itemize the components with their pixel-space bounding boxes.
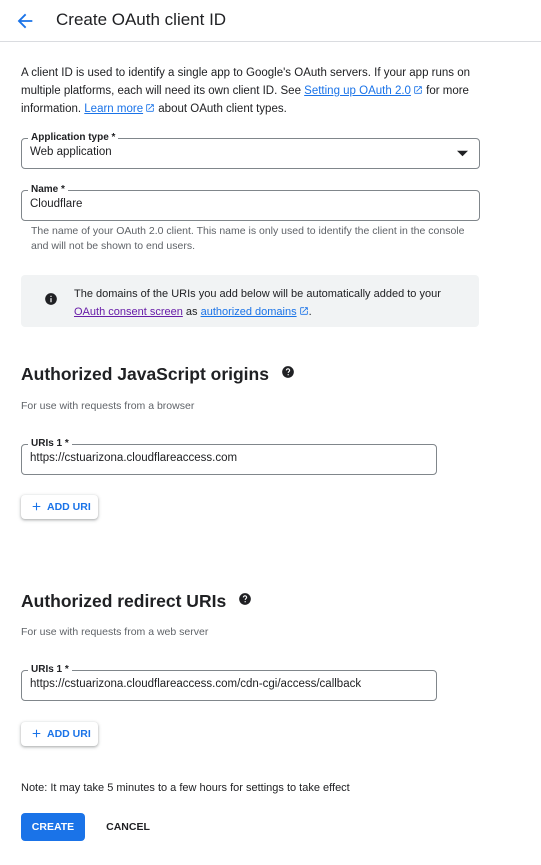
app-header: Create OAuth client ID — [0, 0, 541, 42]
info-text-part: as — [182, 306, 201, 318]
js-origin-uri-value[interactable]: https://cstuarizona.cloudflareaccess.com — [30, 452, 237, 464]
application-type-value: Web application — [30, 146, 112, 158]
add-icon — [32, 729, 41, 738]
create-button[interactable]: CREATE — [21, 813, 85, 841]
name-field[interactable]: Name * Cloudflare — [21, 183, 480, 221]
arrow-drop-down-icon — [457, 150, 468, 157]
js-origins-title: Authorized JavaScript origins — [21, 364, 269, 384]
open-in-new-icon — [414, 86, 422, 94]
intro-text-part: about OAuth client types. — [155, 103, 287, 115]
application-type-select[interactable]: Application type * Web application — [21, 131, 480, 169]
add-uri-label: ADD URI — [47, 501, 91, 513]
info-text: The domains of the URIs you add below wi… — [74, 285, 469, 321]
redirect-uris-subtitle: For use with requests from a web server — [21, 626, 209, 638]
js-origin-uri-field[interactable]: URIs 1 * https://cstuarizona.cloudflarea… — [21, 437, 437, 475]
js-origins-section: Authorized JavaScript origins — [21, 364, 295, 385]
redirect-uris-section: Authorized redirect URIs — [21, 591, 252, 612]
add-js-origin-uri-button[interactable]: ADD URI — [21, 495, 98, 519]
settings-note: Note: It may take 5 minutes to a few hou… — [21, 782, 350, 794]
redirect-uris-title: Authorized redirect URIs — [21, 591, 227, 611]
open-in-new-icon — [146, 104, 154, 112]
info-text-part: . — [308, 306, 312, 318]
redirect-uri-value[interactable]: https://cstuarizona.cloudflareaccess.com… — [30, 678, 361, 690]
name-value[interactable]: Cloudflare — [30, 198, 82, 210]
oauth-consent-screen-link[interactable]: OAuth consent screen — [74, 306, 183, 318]
cancel-button[interactable]: CANCEL — [96, 813, 160, 841]
authorized-domains-link[interactable]: authorized domains — [201, 306, 297, 318]
setting-up-oauth-link[interactable]: Setting up OAuth 2.0 — [304, 85, 411, 97]
add-uri-label: ADD URI — [47, 728, 91, 740]
learn-more-link[interactable]: Learn more — [84, 103, 143, 115]
add-redirect-uri-button[interactable]: ADD URI — [21, 722, 98, 746]
page-title: Create OAuth client ID — [56, 10, 227, 29]
js-origin-uri-label: URIs 1 * — [28, 437, 72, 451]
info-banner: The domains of the URIs you add below wi… — [21, 275, 479, 327]
intro-text: A client ID is used to identify a single… — [21, 64, 506, 118]
info-text-part: The domains of the URIs you add below wi… — [74, 288, 441, 300]
name-hint: The name of your OAuth 2.0 client. This … — [31, 225, 465, 252]
help-icon[interactable] — [281, 365, 295, 379]
help-icon[interactable] — [238, 592, 252, 606]
add-icon — [32, 502, 41, 511]
redirect-uri-field[interactable]: URIs 1 * https://cstuarizona.cloudflarea… — [21, 663, 437, 701]
application-type-label: Application type * — [28, 131, 119, 145]
arrow-back-icon[interactable] — [14, 10, 36, 32]
info-icon — [45, 293, 57, 305]
redirect-uri-label: URIs 1 * — [28, 663, 72, 677]
js-origins-subtitle: For use with requests from a browser — [21, 400, 195, 412]
open-in-new-icon — [299, 307, 308, 315]
name-label: Name * — [28, 183, 68, 197]
